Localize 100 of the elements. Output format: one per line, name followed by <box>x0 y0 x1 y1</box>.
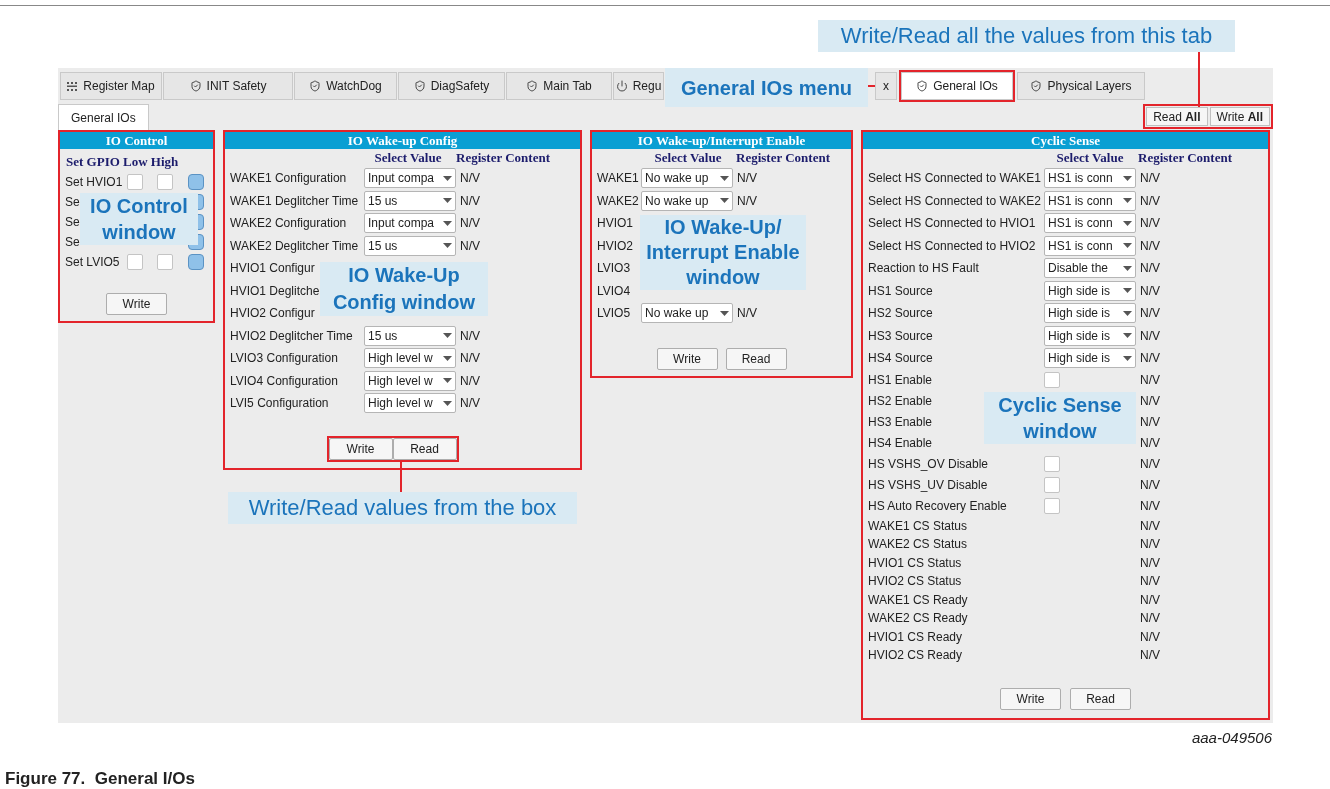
tab[interactable]: DiagSafety <box>398 72 505 100</box>
caret-icon <box>1123 310 1132 316</box>
action-button[interactable]: Write <box>1000 688 1061 710</box>
action-button[interactable]: Read All <box>1146 107 1208 126</box>
checkbox[interactable] <box>1044 477 1060 493</box>
caret-icon <box>1123 198 1132 204</box>
row-label: LVIO3 <box>597 261 631 276</box>
dropdown[interactable]: Disable the <box>1044 258 1136 279</box>
column-header: Set GPIO Low High <box>66 153 180 171</box>
register-value: N/V <box>737 192 757 210</box>
tab[interactable]: Main Tab <box>506 72 612 100</box>
dropdown[interactable]: Input compa <box>364 168 456 189</box>
row-label: HVIO2 CS Status <box>868 574 962 589</box>
tab[interactable]: x <box>875 72 897 100</box>
caret-icon <box>720 198 729 204</box>
tab[interactable]: General IOs <box>58 104 149 130</box>
row-label: HVIO1 <box>597 216 633 231</box>
checkbox[interactable] <box>127 253 143 270</box>
shield-check-icon <box>189 80 202 92</box>
shield-check-icon <box>413 80 426 92</box>
tab[interactable]: Register Map <box>60 72 162 100</box>
row-label: WAKE2 Configuration <box>230 216 347 231</box>
register-value: N/V <box>460 237 480 255</box>
register-value: N/V <box>1140 327 1160 345</box>
action-button[interactable]: Write <box>328 438 393 460</box>
dropdown[interactable]: No wake up <box>641 303 733 324</box>
register-value: N/V <box>460 350 480 368</box>
checkbox[interactable] <box>1044 498 1060 514</box>
caret-icon <box>1123 333 1132 339</box>
row-label: HS3 Source <box>868 328 933 343</box>
action-button[interactable]: Read <box>1070 688 1131 710</box>
callout: General IOs menu <box>665 68 868 107</box>
callout: IO Wake-Up Config window <box>320 262 488 316</box>
dropdown[interactable]: High side is <box>1044 280 1136 301</box>
figure-caption: Figure 77. General I/Os <box>5 767 196 789</box>
caret-icon <box>443 175 452 181</box>
row-label: HS4 Enable <box>868 436 933 450</box>
register-value: N/V <box>1140 414 1160 431</box>
row-label: HVIO2 Configur <box>230 306 315 321</box>
tab[interactable]: INIT Safety <box>163 72 293 100</box>
column-header: Select Value <box>1055 149 1125 168</box>
column-header: Select Value <box>373 149 443 168</box>
register-value: N/V <box>1140 282 1160 300</box>
register-value: N/V <box>1140 536 1160 554</box>
row-label: WAKE2 CS Status <box>868 537 967 552</box>
dropdown[interactable]: High level w <box>364 370 456 391</box>
action-button[interactable]: Write <box>656 348 718 370</box>
checkbox[interactable] <box>157 253 173 270</box>
dropdown[interactable]: No wake up <box>641 168 733 189</box>
checkbox[interactable] <box>1044 372 1060 388</box>
tab[interactable]: Physical Layers <box>1017 72 1145 100</box>
row-label: Reaction to HS Fault <box>868 261 979 276</box>
action-button[interactable]: Read <box>392 438 457 460</box>
row-label: Select HS Connected to WAKE2 <box>868 193 1041 208</box>
tab[interactable]: WatchDog <box>294 72 397 100</box>
status-indicator <box>188 173 204 190</box>
dropdown[interactable]: High side is <box>1044 303 1136 324</box>
caret-icon <box>1123 243 1132 249</box>
power-icon <box>615 80 628 92</box>
dropdown[interactable]: HS1 is conn <box>1044 168 1136 189</box>
register-value: N/V <box>1140 372 1160 389</box>
shield-check-icon <box>309 80 322 92</box>
action-button[interactable]: Write All <box>1209 107 1270 126</box>
register-value: N/V <box>1140 554 1160 572</box>
register-value: N/V <box>1140 305 1160 323</box>
dropdown[interactable]: High side is <box>1044 325 1136 346</box>
dropdown[interactable]: 15 us <box>364 190 456 211</box>
checkbox[interactable] <box>127 173 143 190</box>
row-label: Select HS Connected to WAKE1 <box>868 171 1041 186</box>
row-label: LVIO3 Configuration <box>230 351 338 366</box>
row-label: LVI5 Configuration <box>230 396 329 411</box>
dropdown[interactable]: 15 us <box>364 235 456 256</box>
dropdown[interactable]: HS1 is conn <box>1044 235 1136 256</box>
dropdown[interactable]: No wake up <box>641 190 733 211</box>
register-value: N/V <box>1140 215 1160 233</box>
dropdown[interactable]: HS1 is conn <box>1044 213 1136 234</box>
caret-icon <box>720 310 729 316</box>
tab[interactable]: General IOs <box>901 72 1013 100</box>
dropdown[interactable]: HS1 is conn <box>1044 190 1136 211</box>
dropdown[interactable]: High level w <box>364 393 456 414</box>
register-value: N/V <box>1140 498 1160 515</box>
checkbox[interactable] <box>157 173 173 190</box>
dropdown[interactable]: High side is <box>1044 348 1136 369</box>
register-value: N/V <box>460 372 480 390</box>
checkbox[interactable] <box>1044 456 1060 472</box>
column-header: Register Content <box>1138 149 1232 168</box>
tab[interactable]: Regu <box>613 72 664 100</box>
dropdown[interactable]: Input compa <box>364 213 456 234</box>
action-button[interactable]: Read <box>725 348 787 370</box>
row-label: WAKE2 CS Ready <box>868 611 968 626</box>
row-label: HVIO1 CS Status <box>868 555 962 570</box>
register-value: N/V <box>460 192 480 210</box>
action-button[interactable]: Write <box>106 293 167 315</box>
row-label: HS1 Source <box>868 283 933 298</box>
caret-icon <box>443 333 452 339</box>
row-label: Se <box>65 194 80 209</box>
row-label: LVIO5 <box>597 306 631 321</box>
register-value: N/V <box>737 170 757 188</box>
dropdown[interactable]: 15 us <box>364 325 456 346</box>
dropdown[interactable]: High level w <box>364 348 456 369</box>
